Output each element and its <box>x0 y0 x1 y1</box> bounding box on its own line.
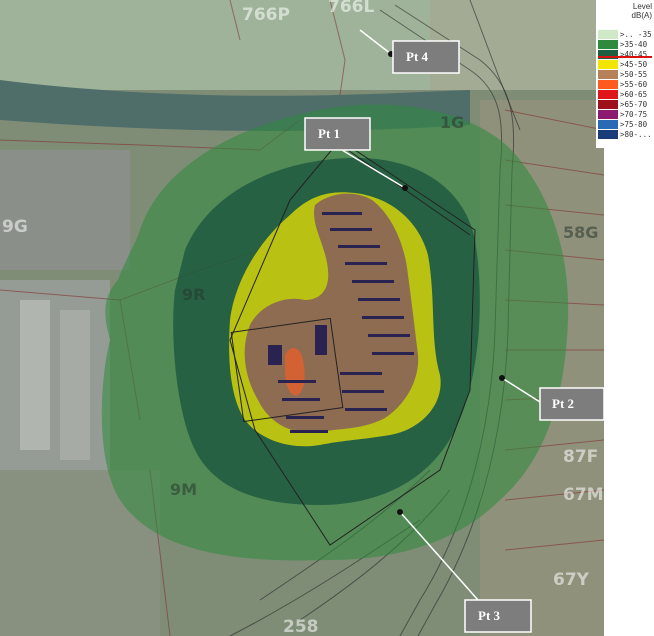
pt3-label: Pt 3 <box>478 608 501 623</box>
legend-band: >55-60 <box>596 80 654 89</box>
parcel-label: 9G <box>2 217 28 237</box>
legend-swatch <box>598 70 618 79</box>
parcel-label: 9R <box>182 285 205 304</box>
legend-band-label: >.. -35 <box>620 30 652 39</box>
legend-band-label: >60-65 <box>620 90 648 99</box>
legend-swatch <box>598 90 618 99</box>
building-block <box>0 150 130 270</box>
noise-map[interactable]: 766P 766L 1G 9G 9R 58G 9M 87F 67M 67Y 25… <box>0 0 604 636</box>
legend-swatch <box>598 80 618 89</box>
legend-band-label: >75-80 <box>620 120 648 129</box>
legend-unit: dB(A) <box>631 11 652 20</box>
pt1-label: Pt 1 <box>318 126 340 141</box>
pt2-marker[interactable] <box>499 375 505 381</box>
parcel-label: 67Y <box>553 570 590 590</box>
legend-band-label: >80-... <box>620 130 652 139</box>
legend: Level dB(A) >.. -35 >35-40 >40-45 >45-50 >50… <box>596 0 654 148</box>
legend-band: >.. -35 <box>596 30 654 39</box>
legend-swatch <box>598 40 618 49</box>
noise-map-svg: 766P 766L 1G 9G 9R 58G 9M 87F 67M 67Y 25… <box>0 0 604 636</box>
legend-swatch <box>598 100 618 109</box>
legend-swatch <box>598 110 618 119</box>
legend-band: >65-70 <box>596 100 654 109</box>
legend-band-label: >45-50 <box>620 60 648 69</box>
legend-band: >70-75 <box>596 110 654 119</box>
legend-band: >45-50 <box>596 60 654 69</box>
legend-band-label: >70-75 <box>620 110 648 119</box>
legend-swatch <box>598 30 618 39</box>
parcel-label: 766P <box>242 5 290 25</box>
parcel-label: 58G <box>563 223 598 242</box>
pt4-label: Pt 4 <box>406 49 429 64</box>
parcel-label: 87F <box>563 447 598 467</box>
legend-highlight-line <box>598 56 652 58</box>
pt4-box[interactable]: Pt 4 <box>392 40 460 74</box>
roof <box>20 300 50 450</box>
legend-band: >50-55 <box>596 70 654 79</box>
parcel-label: 67M <box>563 485 604 505</box>
pt1-box[interactable]: Pt 1 <box>304 117 371 151</box>
pt1-marker[interactable] <box>402 185 408 191</box>
pt2-label: Pt 2 <box>552 396 574 411</box>
legend-band-label: >55-60 <box>620 80 648 89</box>
parcel-label: 766L <box>328 0 374 17</box>
parcel-label: 1G <box>440 113 464 132</box>
legend-band-label: >35-40 <box>620 40 648 49</box>
pt3-box[interactable]: Pt 3 <box>464 599 532 633</box>
legend-swatch <box>598 60 618 69</box>
legend-title: Level <box>632 2 652 11</box>
pt3-marker[interactable] <box>397 509 403 515</box>
legend-band: >60-65 <box>596 90 654 99</box>
parcel-label: 9M <box>170 480 197 499</box>
roof <box>60 310 90 460</box>
legend-band-label: >50-55 <box>620 70 648 79</box>
legend-swatch <box>598 120 618 129</box>
building-block <box>0 280 110 480</box>
parcel-label: 258 <box>283 617 319 636</box>
legend-band: >35-40 <box>596 40 654 49</box>
legend-band-label: >65-70 <box>620 100 648 109</box>
legend-band: >80-... <box>596 130 654 139</box>
legend-band: >75-80 <box>596 120 654 129</box>
legend-swatch <box>598 130 618 139</box>
pt2-box[interactable]: Pt 2 <box>539 387 604 421</box>
